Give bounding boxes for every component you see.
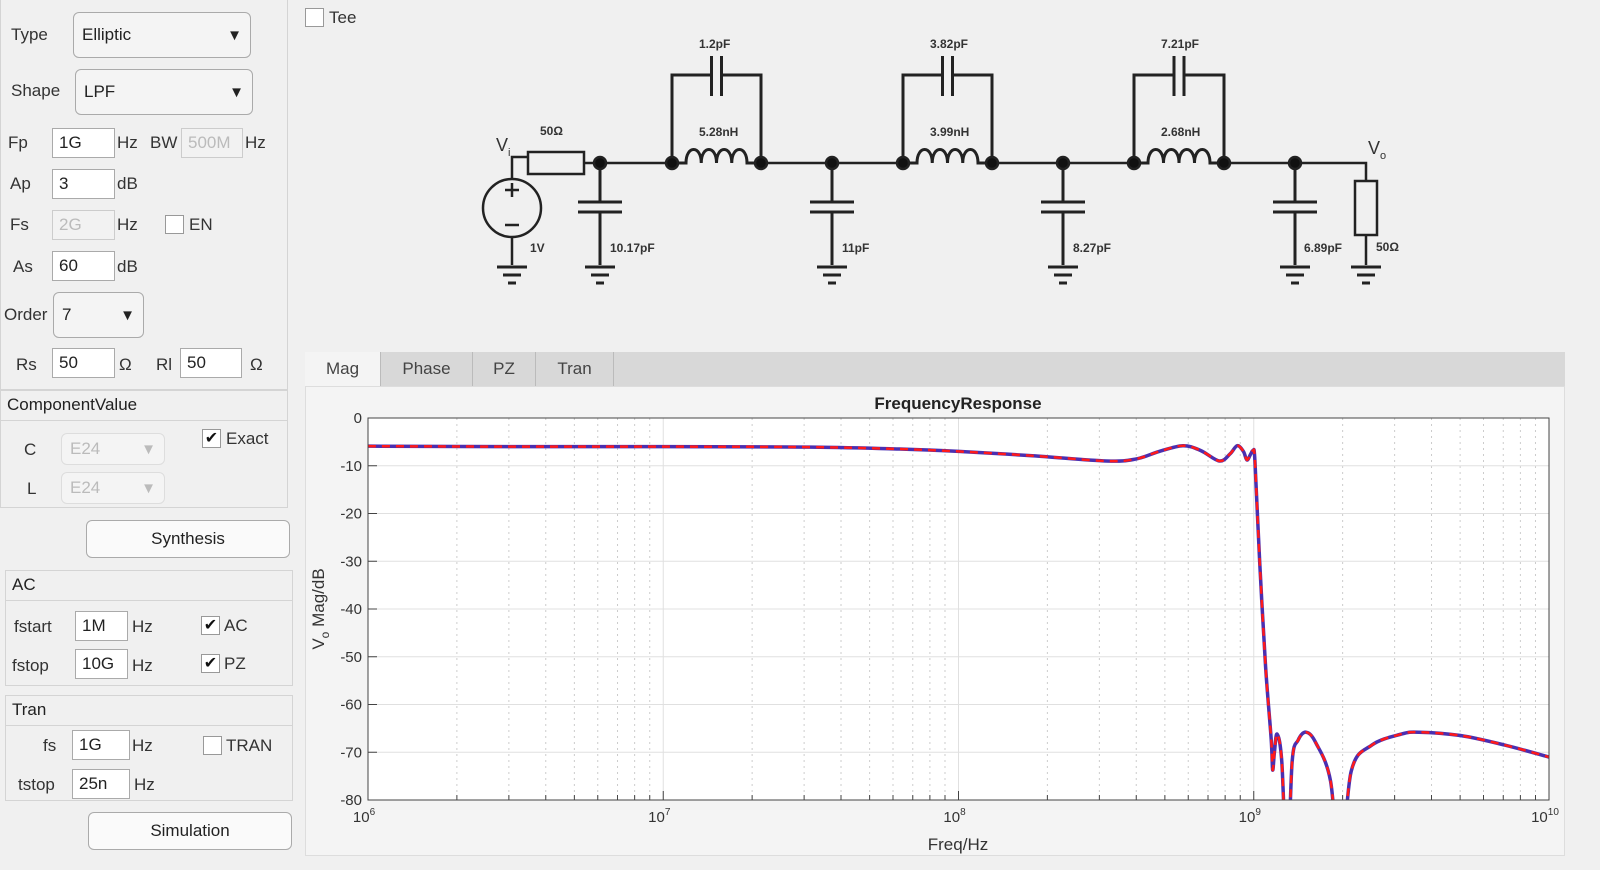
chart-title: FrequencyResponse bbox=[874, 394, 1041, 413]
x-tick-label: 107 bbox=[648, 807, 671, 826]
x-tick-label: 109 bbox=[1239, 807, 1262, 826]
x-tick-label: 1010 bbox=[1531, 807, 1559, 826]
frequency-response-chart: 106 107 108 109 1010 0 -10 -20 -30 -40 -50 -60 -70 -8… bbox=[309, 394, 1559, 854]
y-tick-label: 0 bbox=[354, 410, 362, 427]
y-tick-label: -80 bbox=[340, 792, 362, 809]
y-tick-label: -40 bbox=[340, 601, 362, 618]
x-tick-label: 106 bbox=[353, 807, 376, 826]
y-tick-label: -20 bbox=[340, 506, 362, 523]
x-tick-label: 108 bbox=[943, 807, 966, 826]
x-axis-label: Freq/Hz bbox=[928, 835, 988, 854]
y-tick-label: -30 bbox=[340, 553, 362, 570]
y-axis-label: Vo Mag/dB bbox=[309, 568, 332, 649]
y-tick-label: -60 bbox=[340, 697, 362, 714]
y-tick-label: -70 bbox=[340, 744, 362, 761]
y-tick-label: -10 bbox=[340, 458, 362, 475]
y-tick-label: -50 bbox=[340, 649, 362, 666]
